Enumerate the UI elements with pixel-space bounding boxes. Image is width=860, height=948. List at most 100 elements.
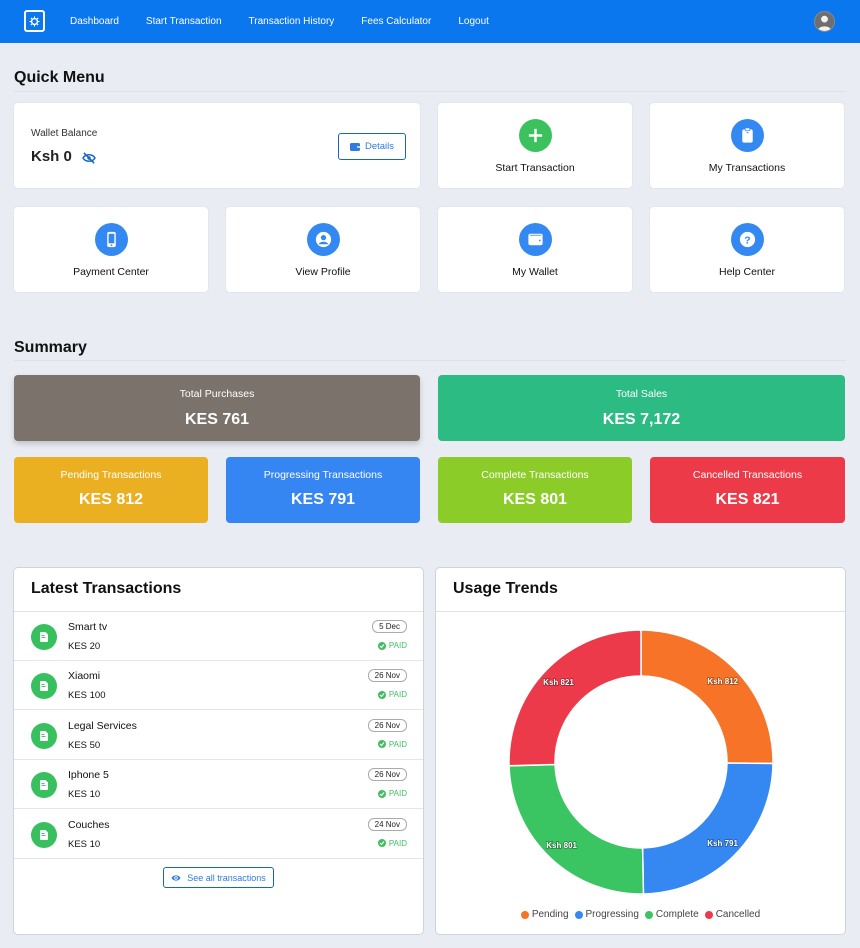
transaction-row[interactable]: Legal Services KES 50 26 Nov PAID [14, 711, 423, 760]
check-circle-icon [377, 789, 386, 798]
wallet-details-button[interactable]: Details [338, 133, 406, 160]
stat-value: KES 812 [78, 491, 144, 508]
legend-swatch [574, 910, 583, 919]
stat-label: Progressing Transactions [263, 469, 383, 481]
plus-icon [518, 119, 552, 152]
transaction-name: Legal Services [68, 719, 137, 732]
transaction-amount: KES 50 [68, 739, 101, 751]
nav-transaction-history[interactable]: Transaction History [249, 16, 335, 27]
stat-label: Total Sales [615, 388, 668, 400]
nav-logout[interactable]: Logout [458, 16, 489, 27]
eye-off-icon[interactable] [81, 151, 96, 164]
transaction-date-badge: 26 Nov [367, 669, 407, 683]
top-navbar: Dashboard Start Transaction Transaction … [0, 0, 860, 43]
stat-value: KES 761 [184, 411, 250, 428]
user-avatar-icon[interactable] [814, 11, 835, 32]
transaction-row[interactable]: Smart tv KES 20 5 Dec PAID [14, 612, 423, 661]
tile-label: My Transactions [708, 162, 786, 174]
transaction-date-badge: 5 Dec [372, 620, 407, 633]
stat-label: Complete Transactions [481, 469, 589, 481]
check-circle-icon [377, 839, 386, 848]
stat-value: KES 791 [290, 491, 356, 508]
check-circle-icon [377, 641, 386, 650]
donut-slice-complete[interactable] [508, 763, 645, 895]
receipt-icon [31, 772, 57, 799]
donut-slice-cancelled[interactable] [508, 629, 642, 767]
nav-start-transaction[interactable]: Start Transaction [146, 16, 222, 27]
stat-label: Total Purchases [179, 388, 255, 400]
transaction-name: Xiaomi [68, 670, 101, 683]
legend-swatch [520, 910, 529, 919]
wallet-balance-label: Wallet Balance [31, 128, 98, 139]
receipt-icon [31, 673, 57, 700]
question-icon: ? [730, 223, 764, 256]
transaction-row[interactable]: Iphone 5 KES 10 26 Nov PAID [14, 760, 423, 810]
nav-fees-calculator[interactable]: Fees Calculator [361, 16, 431, 27]
stat-total-sales: Total Sales KES 7,172 [438, 375, 845, 441]
transaction-amount: KES 10 [68, 838, 101, 850]
transaction-status: PAID [377, 789, 407, 799]
legend-label: Progressing [585, 909, 639, 920]
stat-cancelled-transactions: Cancelled Transactions KES 821 [650, 457, 845, 523]
donut-data-label: Ksh 801 [546, 841, 577, 850]
receipt-icon [31, 821, 57, 848]
status-label: PAID [388, 690, 407, 700]
quick-menu-title: Quick Menu [14, 69, 105, 86]
donut-data-label: Ksh 812 [707, 677, 738, 686]
legend-swatch [644, 910, 653, 919]
stat-value: KES 7,172 [602, 411, 681, 428]
tile-payment-center[interactable]: Payment Center [14, 207, 208, 292]
tile-my-transactions[interactable]: My Transactions [650, 103, 844, 188]
legend-item-cancelled[interactable]: Cancelled [704, 909, 760, 920]
see-all-transactions-button[interactable]: See all transactions [163, 867, 274, 888]
receipt-icon [31, 624, 57, 650]
tile-start-transaction[interactable]: Start Transaction [438, 103, 632, 188]
tile-label: Help Center [718, 266, 776, 278]
tile-my-wallet[interactable]: My Wallet [438, 207, 632, 292]
transaction-name: Couches [68, 818, 110, 831]
transaction-date-badge: 24 Nov [367, 817, 407, 831]
stat-value: KES 821 [715, 491, 780, 508]
status-label: PAID [388, 739, 407, 749]
check-circle-icon [377, 690, 386, 699]
legend-label: Complete [655, 909, 699, 920]
receipt-icon [31, 722, 57, 749]
eye-icon [171, 874, 181, 881]
stat-label: Pending Transactions [60, 469, 162, 481]
wallet-balance-amount: Ksh 0 [31, 148, 96, 165]
transaction-amount: KES 10 [68, 789, 101, 801]
stat-progressing-transactions: Progressing Transactions KES 791 [226, 457, 420, 523]
transaction-name: Iphone 5 [68, 769, 109, 782]
legend-item-progressing[interactable]: Progressing [574, 909, 639, 920]
wallet-icon [518, 223, 552, 256]
donut-slice-pending[interactable] [640, 629, 774, 765]
legend-item-pending[interactable]: Pending [520, 909, 569, 920]
nav-dashboard[interactable]: Dashboard [70, 16, 119, 27]
safe-icon[interactable] [24, 10, 45, 32]
legend-swatch [704, 910, 713, 919]
transaction-name: Smart tv [68, 621, 108, 633]
transaction-amount: KES 100 [68, 690, 106, 702]
details-label: Details [364, 141, 395, 152]
tile-help-center[interactable]: ? Help Center [650, 207, 844, 292]
chart-legend: Pending Progressing Complete Cancelled [436, 909, 845, 920]
mobile-phone-icon [94, 223, 128, 256]
stat-total-purchases: Total Purchases KES 761 [14, 375, 420, 441]
legend-item-complete[interactable]: Complete [644, 909, 699, 920]
usage-trends-title: Usage Trends [453, 580, 558, 597]
status-label: PAID [388, 789, 407, 799]
tile-view-profile[interactable]: View Profile [226, 207, 420, 292]
donut-slice-progressing[interactable] [641, 762, 774, 895]
donut-data-label: Ksh 821 [543, 678, 574, 687]
transaction-amount: KES 20 [68, 641, 101, 652]
tile-label: My Wallet [512, 266, 558, 278]
wallet-icon [349, 142, 360, 151]
tile-label: View Profile [295, 266, 351, 278]
transaction-row[interactable]: Couches KES 10 24 Nov PAID [14, 810, 423, 859]
transaction-row[interactable]: Xiaomi KES 100 26 Nov PAID [14, 661, 423, 711]
transaction-status: PAID [377, 641, 407, 650]
transaction-status: PAID [377, 839, 407, 848]
usage-trends-donut-chart: Ksh 812 Ksh 791 Ksh 801 Ksh 821 [508, 629, 774, 895]
latest-transactions-panel: Latest Transactions Smart tv KES 20 5 Dec P… [13, 567, 424, 935]
latest-transactions-title: Latest Transactions [31, 580, 182, 597]
